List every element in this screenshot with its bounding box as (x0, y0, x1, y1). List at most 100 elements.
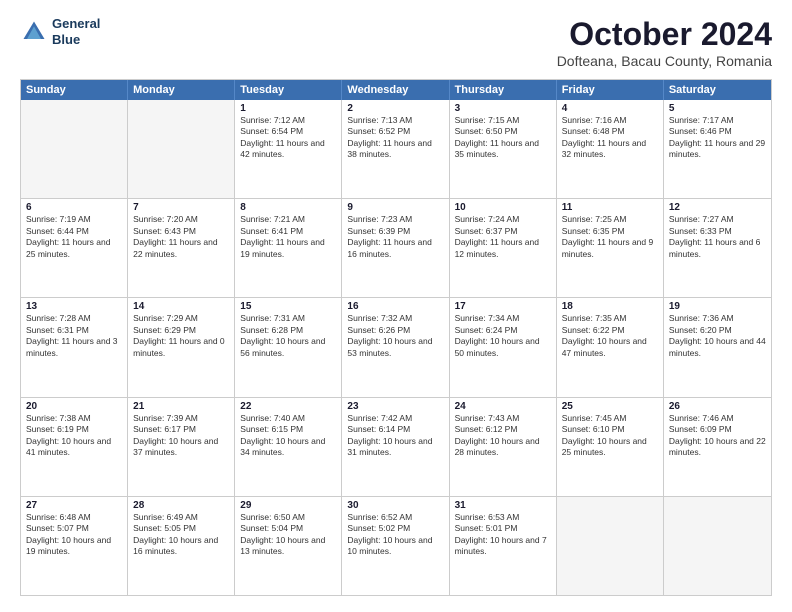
day-number: 16 (347, 301, 443, 312)
day-info: Sunrise: 7:45 AM Sunset: 6:10 PM Dayligh… (562, 413, 658, 459)
page: General Blue October 2024 Dofteana, Baca… (0, 0, 792, 612)
day-cell-17: 17Sunrise: 7:34 AM Sunset: 6:24 PM Dayli… (450, 298, 557, 396)
day-number: 29 (240, 500, 336, 511)
calendar-row-3: 20Sunrise: 7:38 AM Sunset: 6:19 PM Dayli… (21, 397, 771, 496)
calendar-row-0: 1Sunrise: 7:12 AM Sunset: 6:54 PM Daylig… (21, 100, 771, 198)
calendar-row-4: 27Sunrise: 6:48 AM Sunset: 5:07 PM Dayli… (21, 496, 771, 595)
month-title: October 2024 (557, 16, 772, 53)
day-number: 12 (669, 202, 766, 213)
calendar-body: 1Sunrise: 7:12 AM Sunset: 6:54 PM Daylig… (21, 100, 771, 595)
day-info: Sunrise: 7:23 AM Sunset: 6:39 PM Dayligh… (347, 214, 443, 260)
day-number: 4 (562, 103, 658, 114)
day-number: 6 (26, 202, 122, 213)
day-number: 14 (133, 301, 229, 312)
day-info: Sunrise: 7:35 AM Sunset: 6:22 PM Dayligh… (562, 313, 658, 359)
day-cell-23: 23Sunrise: 7:42 AM Sunset: 6:14 PM Dayli… (342, 398, 449, 496)
day-info: Sunrise: 7:19 AM Sunset: 6:44 PM Dayligh… (26, 214, 122, 260)
day-cell-5: 5Sunrise: 7:17 AM Sunset: 6:46 PM Daylig… (664, 100, 771, 198)
day-cell-13: 13Sunrise: 7:28 AM Sunset: 6:31 PM Dayli… (21, 298, 128, 396)
location-subtitle: Dofteana, Bacau County, Romania (557, 53, 772, 69)
day-number: 28 (133, 500, 229, 511)
day-cell-20: 20Sunrise: 7:38 AM Sunset: 6:19 PM Dayli… (21, 398, 128, 496)
day-number: 22 (240, 401, 336, 412)
weekday-header-wednesday: Wednesday (342, 80, 449, 100)
day-info: Sunrise: 7:46 AM Sunset: 6:09 PM Dayligh… (669, 413, 766, 459)
day-cell-29: 29Sunrise: 6:50 AM Sunset: 5:04 PM Dayli… (235, 497, 342, 595)
weekday-header-thursday: Thursday (450, 80, 557, 100)
day-info: Sunrise: 7:21 AM Sunset: 6:41 PM Dayligh… (240, 214, 336, 260)
day-number: 9 (347, 202, 443, 213)
day-cell-6: 6Sunrise: 7:19 AM Sunset: 6:44 PM Daylig… (21, 199, 128, 297)
day-info: Sunrise: 6:48 AM Sunset: 5:07 PM Dayligh… (26, 512, 122, 558)
day-number: 27 (26, 500, 122, 511)
day-cell-27: 27Sunrise: 6:48 AM Sunset: 5:07 PM Dayli… (21, 497, 128, 595)
day-number: 13 (26, 301, 122, 312)
day-number: 19 (669, 301, 766, 312)
day-number: 2 (347, 103, 443, 114)
day-cell-16: 16Sunrise: 7:32 AM Sunset: 6:26 PM Dayli… (342, 298, 449, 396)
day-number: 25 (562, 401, 658, 412)
empty-cell-4-6 (664, 497, 771, 595)
day-number: 18 (562, 301, 658, 312)
day-number: 23 (347, 401, 443, 412)
weekday-header-tuesday: Tuesday (235, 80, 342, 100)
day-info: Sunrise: 6:52 AM Sunset: 5:02 PM Dayligh… (347, 512, 443, 558)
day-number: 5 (669, 103, 766, 114)
logo-text: General Blue (52, 16, 100, 47)
day-number: 30 (347, 500, 443, 511)
day-cell-22: 22Sunrise: 7:40 AM Sunset: 6:15 PM Dayli… (235, 398, 342, 496)
logo-line1: General (52, 16, 100, 32)
day-cell-14: 14Sunrise: 7:29 AM Sunset: 6:29 PM Dayli… (128, 298, 235, 396)
day-number: 21 (133, 401, 229, 412)
empty-cell-4-5 (557, 497, 664, 595)
day-info: Sunrise: 7:20 AM Sunset: 6:43 PM Dayligh… (133, 214, 229, 260)
day-cell-28: 28Sunrise: 6:49 AM Sunset: 5:05 PM Dayli… (128, 497, 235, 595)
day-cell-10: 10Sunrise: 7:24 AM Sunset: 6:37 PM Dayli… (450, 199, 557, 297)
day-cell-2: 2Sunrise: 7:13 AM Sunset: 6:52 PM Daylig… (342, 100, 449, 198)
day-number: 11 (562, 202, 658, 213)
day-info: Sunrise: 7:29 AM Sunset: 6:29 PM Dayligh… (133, 313, 229, 359)
day-info: Sunrise: 6:53 AM Sunset: 5:01 PM Dayligh… (455, 512, 551, 558)
day-info: Sunrise: 7:24 AM Sunset: 6:37 PM Dayligh… (455, 214, 551, 260)
day-cell-12: 12Sunrise: 7:27 AM Sunset: 6:33 PM Dayli… (664, 199, 771, 297)
day-info: Sunrise: 7:31 AM Sunset: 6:28 PM Dayligh… (240, 313, 336, 359)
header: General Blue October 2024 Dofteana, Baca… (20, 16, 772, 69)
logo-line2: Blue (52, 32, 100, 48)
day-number: 17 (455, 301, 551, 312)
day-cell-21: 21Sunrise: 7:39 AM Sunset: 6:17 PM Dayli… (128, 398, 235, 496)
day-number: 8 (240, 202, 336, 213)
empty-cell-0-0 (21, 100, 128, 198)
title-block: October 2024 Dofteana, Bacau County, Rom… (557, 16, 772, 69)
day-cell-19: 19Sunrise: 7:36 AM Sunset: 6:20 PM Dayli… (664, 298, 771, 396)
empty-cell-0-1 (128, 100, 235, 198)
day-info: Sunrise: 7:16 AM Sunset: 6:48 PM Dayligh… (562, 115, 658, 161)
day-cell-1: 1Sunrise: 7:12 AM Sunset: 6:54 PM Daylig… (235, 100, 342, 198)
day-cell-8: 8Sunrise: 7:21 AM Sunset: 6:41 PM Daylig… (235, 199, 342, 297)
day-info: Sunrise: 7:42 AM Sunset: 6:14 PM Dayligh… (347, 413, 443, 459)
day-cell-4: 4Sunrise: 7:16 AM Sunset: 6:48 PM Daylig… (557, 100, 664, 198)
day-info: Sunrise: 7:27 AM Sunset: 6:33 PM Dayligh… (669, 214, 766, 260)
day-number: 7 (133, 202, 229, 213)
weekday-header-sunday: Sunday (21, 80, 128, 100)
day-info: Sunrise: 7:12 AM Sunset: 6:54 PM Dayligh… (240, 115, 336, 161)
day-number: 1 (240, 103, 336, 114)
day-cell-30: 30Sunrise: 6:52 AM Sunset: 5:02 PM Dayli… (342, 497, 449, 595)
weekday-header-monday: Monday (128, 80, 235, 100)
day-cell-15: 15Sunrise: 7:31 AM Sunset: 6:28 PM Dayli… (235, 298, 342, 396)
day-info: Sunrise: 7:39 AM Sunset: 6:17 PM Dayligh… (133, 413, 229, 459)
day-cell-25: 25Sunrise: 7:45 AM Sunset: 6:10 PM Dayli… (557, 398, 664, 496)
day-cell-24: 24Sunrise: 7:43 AM Sunset: 6:12 PM Dayli… (450, 398, 557, 496)
calendar-header: SundayMondayTuesdayWednesdayThursdayFrid… (21, 80, 771, 100)
day-number: 31 (455, 500, 551, 511)
day-info: Sunrise: 7:40 AM Sunset: 6:15 PM Dayligh… (240, 413, 336, 459)
day-info: Sunrise: 7:28 AM Sunset: 6:31 PM Dayligh… (26, 313, 122, 359)
calendar: SundayMondayTuesdayWednesdayThursdayFrid… (20, 79, 772, 596)
calendar-row-2: 13Sunrise: 7:28 AM Sunset: 6:31 PM Dayli… (21, 297, 771, 396)
day-info: Sunrise: 7:36 AM Sunset: 6:20 PM Dayligh… (669, 313, 766, 359)
day-info: Sunrise: 7:32 AM Sunset: 6:26 PM Dayligh… (347, 313, 443, 359)
day-info: Sunrise: 7:17 AM Sunset: 6:46 PM Dayligh… (669, 115, 766, 161)
day-info: Sunrise: 7:13 AM Sunset: 6:52 PM Dayligh… (347, 115, 443, 161)
day-number: 26 (669, 401, 766, 412)
day-info: Sunrise: 7:34 AM Sunset: 6:24 PM Dayligh… (455, 313, 551, 359)
day-info: Sunrise: 7:15 AM Sunset: 6:50 PM Dayligh… (455, 115, 551, 161)
